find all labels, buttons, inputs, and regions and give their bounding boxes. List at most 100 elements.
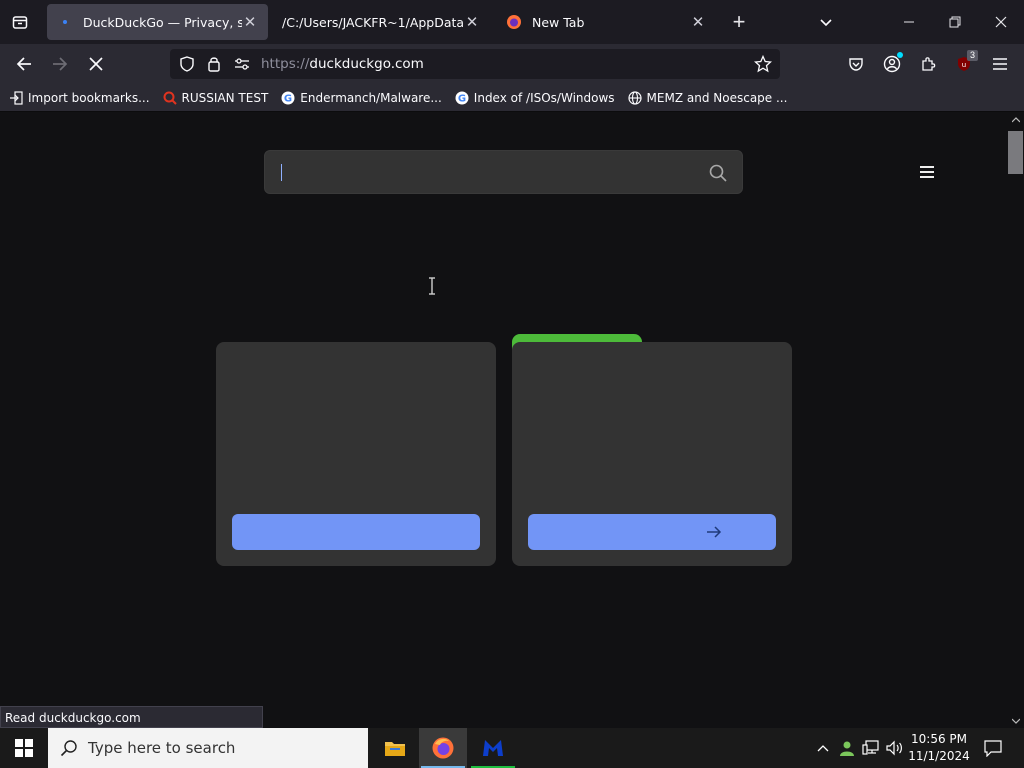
search-input[interactable] bbox=[264, 150, 743, 194]
scrollbar[interactable] bbox=[1008, 113, 1024, 728]
text-cursor-icon bbox=[429, 277, 435, 295]
show-hidden-icons-button[interactable] bbox=[812, 728, 834, 768]
firefox-view-button[interactable] bbox=[6, 8, 34, 36]
clock-time: 10:56 PM bbox=[911, 732, 967, 746]
tab-duckduckgo[interactable]: DuckDuckGo — Privacy, simplified. ✕ bbox=[47, 4, 268, 40]
pocket-icon bbox=[849, 58, 863, 71]
bookmark-memz[interactable]: MEMZ and Noescape ... bbox=[627, 90, 788, 106]
taskbar-search-placeholder: Type here to search bbox=[88, 739, 236, 757]
minimize-button[interactable] bbox=[886, 0, 932, 44]
chevron-down-icon bbox=[820, 19, 832, 27]
scrollbar-thumb[interactable] bbox=[1008, 131, 1023, 174]
extension-badge: 3 bbox=[966, 50, 978, 61]
restore-icon bbox=[949, 16, 961, 28]
bookmark-index-isos[interactable]: G Index of /ISOs/Windows bbox=[454, 90, 615, 106]
bookmark-russian-test[interactable]: RUSSIAN TEST bbox=[162, 90, 269, 106]
svg-text:G: G bbox=[284, 93, 292, 104]
close-tab-icon[interactable]: ✕ bbox=[690, 14, 706, 31]
ddg-menu-icon[interactable] bbox=[916, 163, 938, 181]
bookmark-import[interactable]: Import bookmarks... bbox=[8, 90, 150, 106]
bookmark-label: MEMZ and Noescape ... bbox=[646, 90, 788, 105]
close-tab-icon[interactable]: ✕ bbox=[464, 14, 480, 31]
svg-text:u: u bbox=[962, 61, 966, 69]
notifications-button[interactable] bbox=[978, 728, 1008, 768]
list-all-tabs-button[interactable] bbox=[814, 10, 838, 34]
title-bar: DuckDuckGo — Privacy, simplified. ✕ /C:/… bbox=[0, 0, 1024, 44]
tab-title: /C:/Users/JACKFR~1/AppData/Local bbox=[282, 14, 464, 30]
forward-button[interactable] bbox=[46, 50, 74, 78]
google-icon: G bbox=[280, 90, 296, 106]
text-caret bbox=[281, 164, 282, 181]
bookmark-star-icon[interactable] bbox=[754, 55, 772, 73]
navigation-toolbar: https://duckduckgo.com u 3 bbox=[0, 44, 1024, 84]
tab-local-file[interactable]: /C:/Users/JACKFR~1/AppData/Local ✕ bbox=[272, 4, 490, 40]
tab-title: DuckDuckGo — Privacy, simplified. bbox=[83, 14, 242, 30]
arrow-right-icon bbox=[707, 526, 722, 538]
account-button[interactable] bbox=[878, 50, 906, 78]
network-button[interactable] bbox=[860, 728, 882, 768]
loading-icon bbox=[57, 14, 73, 30]
svg-text:G: G bbox=[458, 93, 466, 104]
bookmark-label: Endermanch/Malware... bbox=[300, 90, 442, 105]
firefox-view-icon bbox=[12, 16, 28, 29]
hamburger-menu-icon bbox=[993, 58, 1007, 70]
puzzle-icon bbox=[922, 57, 936, 71]
taskbar-firefox[interactable] bbox=[419, 728, 467, 768]
url-host: duckduckgo.com bbox=[309, 56, 424, 72]
malwarebytes-icon bbox=[483, 740, 503, 756]
bookmark-label: RUSSIAN TEST bbox=[181, 90, 269, 105]
bookmark-label: Import bookmarks... bbox=[28, 90, 150, 105]
tab-new-tab[interactable]: New Tab ✕ bbox=[496, 4, 716, 40]
extensions-button[interactable] bbox=[914, 50, 942, 78]
back-button[interactable] bbox=[10, 50, 38, 78]
bookmarks-toolbar: Import bookmarks... RUSSIAN TEST G Ender… bbox=[0, 84, 1024, 112]
bookmark-label: Index of /ISOs/Windows bbox=[473, 90, 615, 105]
network-icon bbox=[862, 740, 879, 755]
stop-button[interactable] bbox=[82, 50, 110, 78]
bookmark-endermanch[interactable]: G Endermanch/Malware... bbox=[280, 90, 442, 106]
taskbar-search-box[interactable]: Type here to search bbox=[48, 728, 368, 768]
scroll-up-icon[interactable] bbox=[1012, 117, 1020, 123]
scroll-down-icon[interactable] bbox=[1012, 718, 1020, 724]
ublock-origin-button[interactable]: u 3 bbox=[950, 50, 978, 78]
app-menu-button[interactable] bbox=[986, 50, 1014, 78]
url-bar[interactable]: https://duckduckgo.com bbox=[170, 49, 780, 79]
folder-icon bbox=[385, 742, 405, 756]
tracking-protection-shield-icon[interactable] bbox=[179, 56, 195, 72]
taskbar-file-explorer[interactable] bbox=[371, 728, 419, 768]
tab-title: New Tab bbox=[532, 14, 585, 30]
page-content bbox=[0, 113, 1024, 728]
promo-card-left-button[interactable] bbox=[232, 514, 480, 550]
close-window-button[interactable] bbox=[978, 0, 1024, 44]
volume-button[interactable] bbox=[884, 728, 906, 768]
url-text[interactable]: https://duckduckgo.com bbox=[261, 56, 424, 72]
globe-icon bbox=[627, 90, 643, 106]
promo-card-right bbox=[512, 342, 792, 566]
arrow-left-icon bbox=[16, 57, 31, 71]
tray-user-icon-button[interactable] bbox=[836, 728, 858, 768]
firefox-icon bbox=[506, 14, 522, 30]
notification-icon bbox=[984, 740, 1002, 757]
new-tab-button[interactable]: + bbox=[727, 9, 751, 34]
firefox-icon bbox=[432, 737, 454, 759]
chevron-up-icon bbox=[817, 745, 829, 752]
google-icon: G bbox=[454, 90, 470, 106]
start-button[interactable] bbox=[0, 728, 48, 768]
taskbar-malwarebytes[interactable] bbox=[469, 728, 517, 768]
magnifier-red-icon bbox=[162, 90, 178, 106]
status-bar: Read duckduckgo.com bbox=[0, 706, 263, 728]
lock-icon[interactable] bbox=[207, 55, 221, 72]
promo-card-right-button[interactable] bbox=[528, 514, 776, 550]
restore-button[interactable] bbox=[932, 0, 978, 44]
user-sync-icon bbox=[840, 741, 854, 756]
taskbar: Type here to search 10:56 PM 11/1/2024 bbox=[0, 728, 1024, 768]
taskbar-clock[interactable]: 10:56 PM 11/1/2024 bbox=[905, 731, 973, 765]
pocket-button[interactable] bbox=[842, 50, 870, 78]
close-tab-icon[interactable]: ✕ bbox=[242, 14, 258, 31]
search-icon bbox=[60, 740, 77, 757]
speaker-icon bbox=[886, 740, 902, 756]
windows-logo-icon bbox=[15, 739, 33, 757]
permissions-icon[interactable] bbox=[234, 57, 250, 71]
search-icon[interactable] bbox=[708, 163, 728, 183]
clock-date: 11/1/2024 bbox=[908, 749, 970, 763]
